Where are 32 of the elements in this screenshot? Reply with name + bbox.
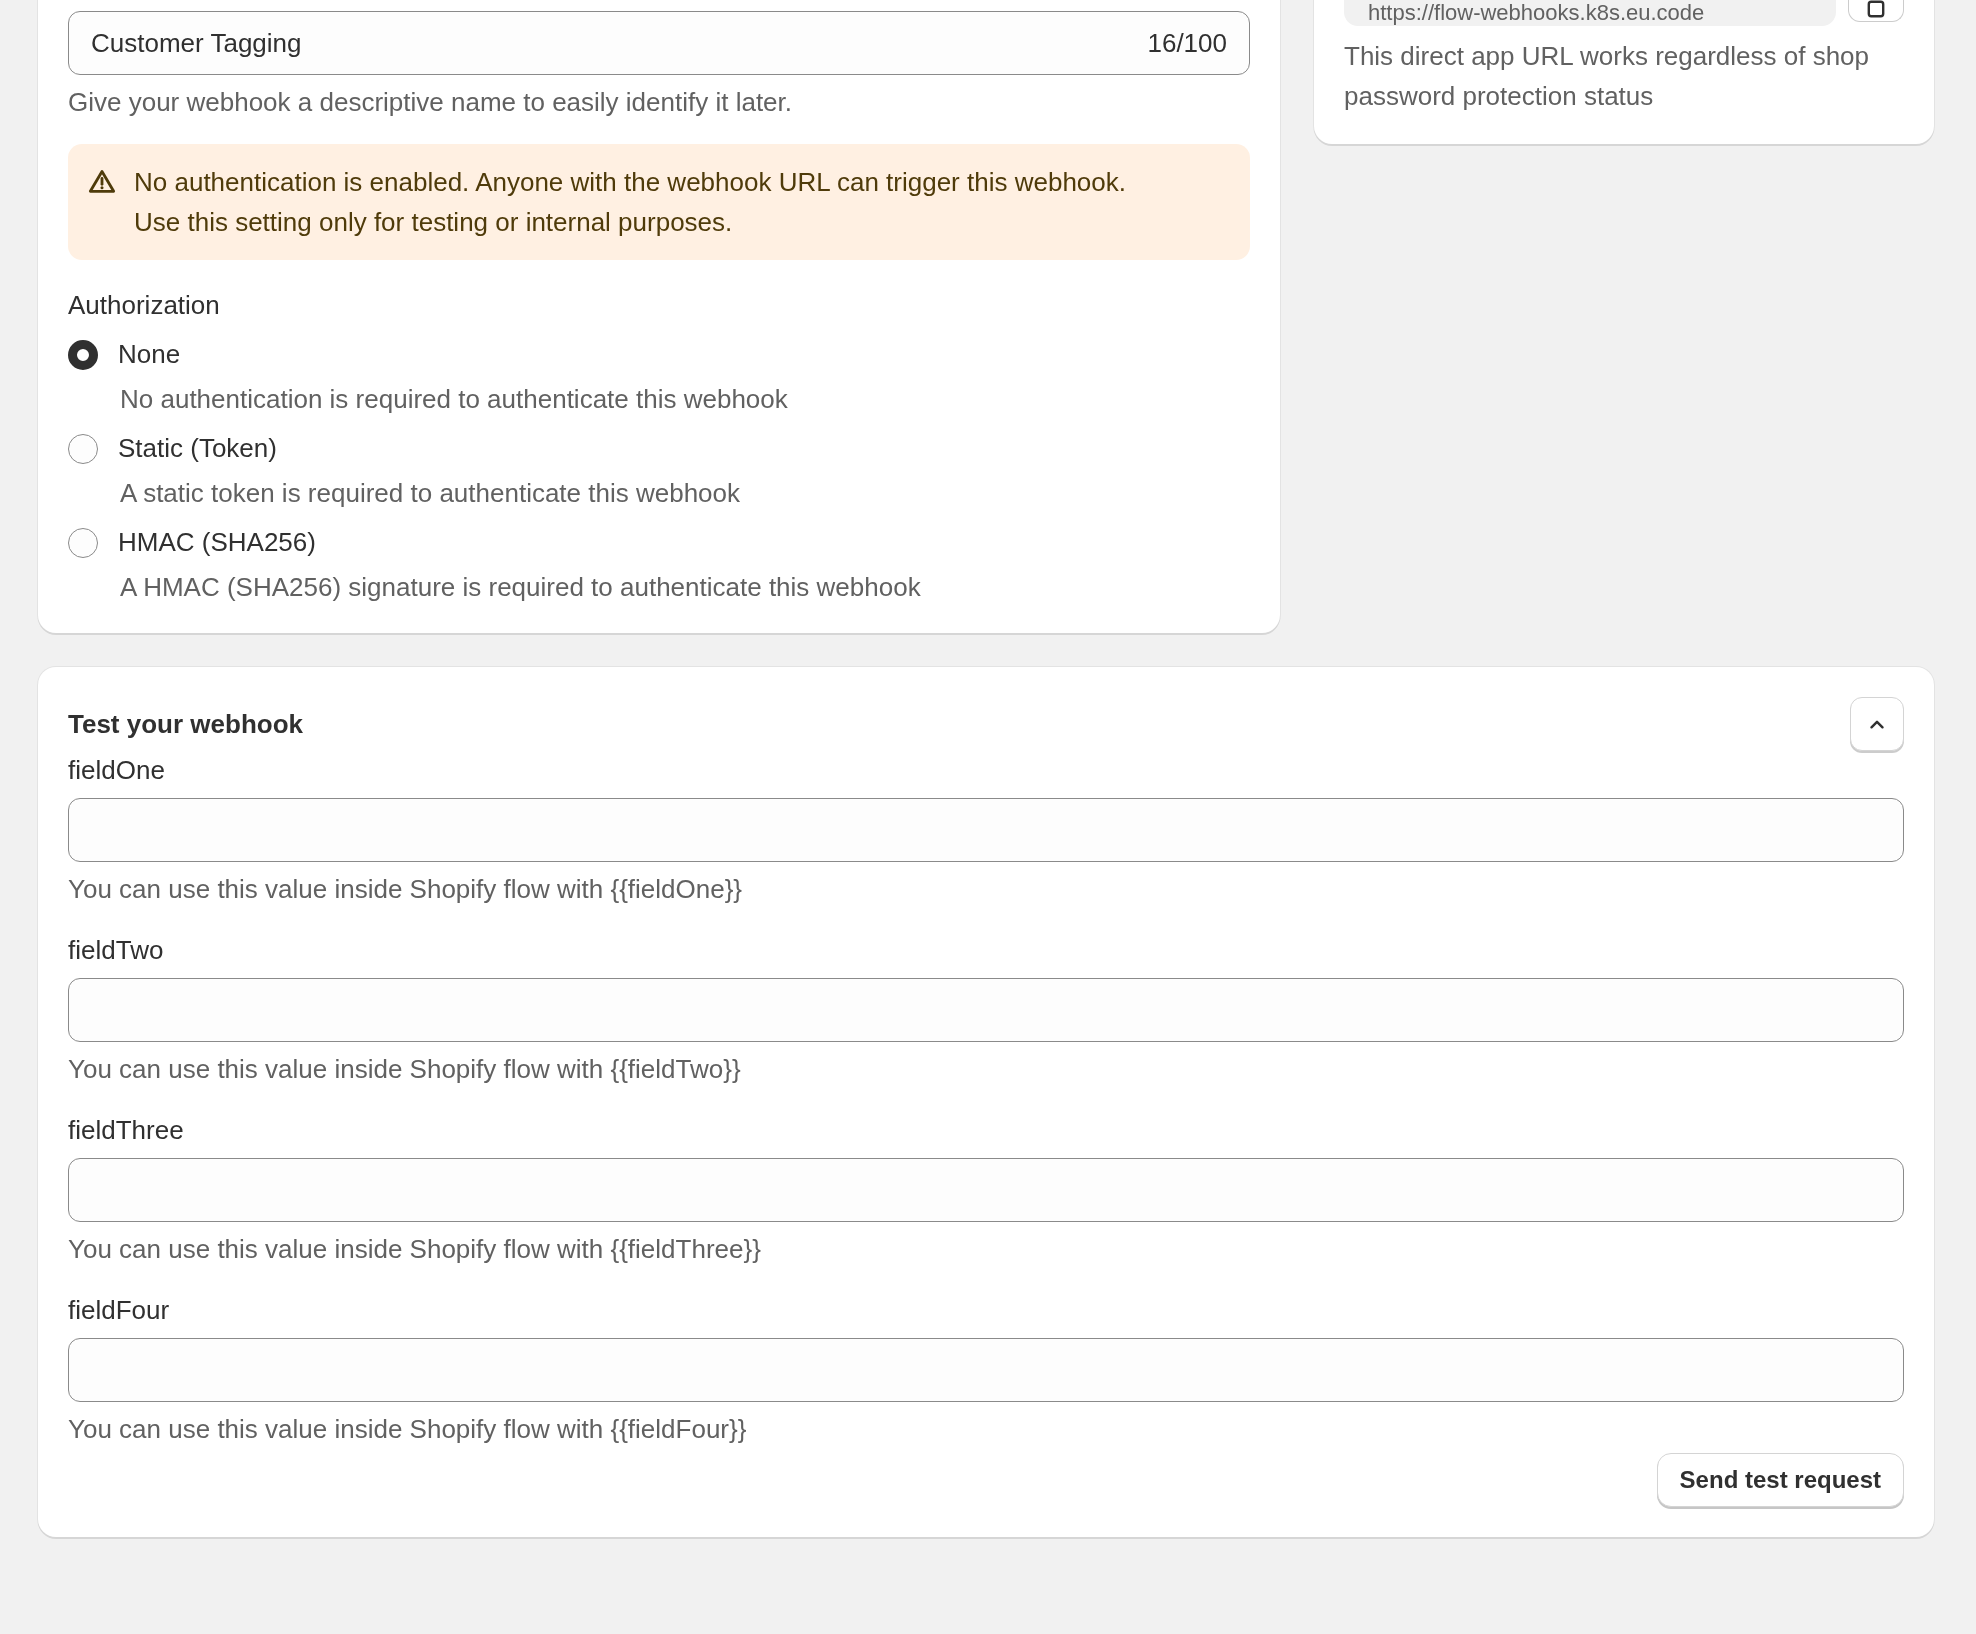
warning-text: Use this setting only for testing or internal purposes. [134,206,734,239]
radio-label: HMAC (SHA256) [118,527,316,558]
radio-label: Static (Token) [118,433,277,464]
radio-button[interactable] [68,433,98,464]
url-field[interactable]: https://flow-webhooks.k8s.eu.code [1344,0,1836,26]
radio-label: None [118,339,181,370]
radio-button[interactable] [68,339,98,370]
field-label: fieldTwo [68,935,165,966]
field-hint: You can use this value inside Shopify flow with {{fieldFour}} [68,1414,748,1445]
name-input-field[interactable]: Customer Tagging 16/100 [68,11,1250,75]
warning-text: No authentication is enabled. Anyone with the webhook URL can trigger this webhook. [134,166,1126,199]
text-input-field[interactable] [68,1158,1904,1222]
field-hint: You can use this value inside Shopify flow with {{fieldTwo}} [68,1054,742,1085]
send-test-request-button[interactable]: Send test request [1656,1453,1904,1507]
option-description: No authentication is required to authenticate this webhook [120,384,789,415]
field-label: fieldFour [68,1295,171,1326]
authorization-label: Authorization [68,290,221,321]
url-note: This direct app URL works regardless of shop password protection status [1344,40,1871,113]
help-text: Give your webhook a descriptive name to easily identify it later. [68,87,794,118]
field-hint: You can use this value inside Shopify flow with {{fieldOne}} [68,874,744,905]
card-title: Test your webhook [68,708,303,740]
field-label: fieldThree [68,1115,185,1146]
text-input-field[interactable] [68,1338,1904,1402]
copy-button[interactable] [1848,0,1904,22]
option-description: A HMAC (SHA256) signature is required to authenticate this webhook [120,572,922,603]
field-label: fieldOne [68,755,166,786]
warning-icon [88,168,116,196]
field-hint: You can use this value inside Shopify flow with {{fieldThree}} [68,1234,762,1265]
text-input-field[interactable] [68,978,1904,1042]
text-input-field[interactable] [68,798,1904,862]
option-description: A static token is required to authenticate this webhook [120,478,742,509]
radio-button[interactable] [68,527,98,558]
